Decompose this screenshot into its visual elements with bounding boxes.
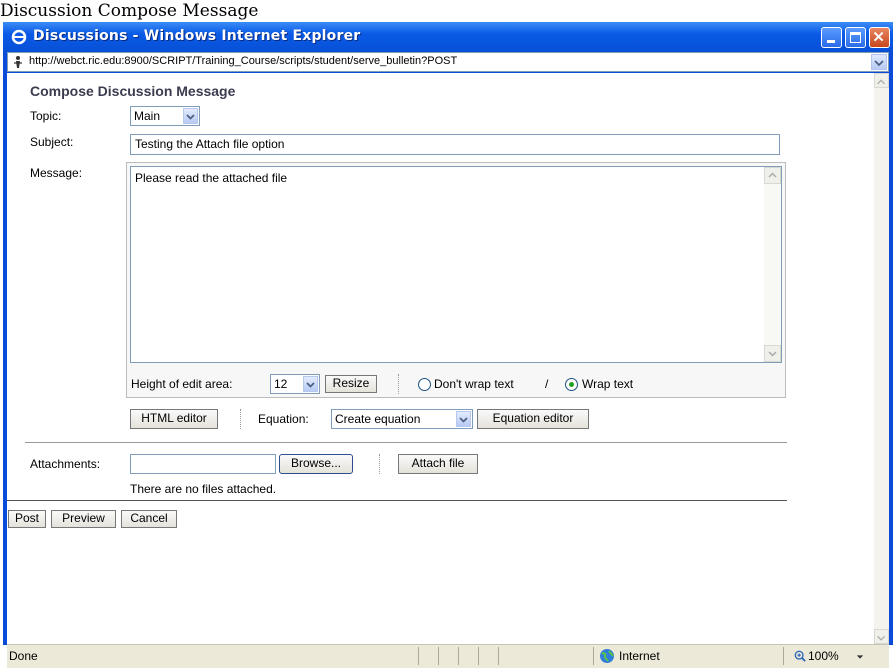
window-title: Discussions - Windows Internet Explorer bbox=[33, 28, 361, 44]
equation-label: Equation: bbox=[258, 412, 309, 426]
wrap-separator: / bbox=[545, 377, 549, 391]
divider bbox=[7, 500, 787, 501]
address-dropdown-button[interactable] bbox=[871, 54, 887, 70]
topic-label: Topic: bbox=[30, 109, 62, 123]
maximize-icon bbox=[850, 32, 861, 43]
dont-wrap-radio[interactable] bbox=[418, 378, 431, 391]
subject-label: Subject: bbox=[30, 135, 74, 149]
separator bbox=[398, 374, 400, 394]
maximize-button[interactable] bbox=[845, 27, 866, 48]
height-select[interactable]: 12 bbox=[270, 374, 320, 394]
status-bar: Done Internet 100% bbox=[7, 644, 889, 668]
globe-icon bbox=[600, 649, 614, 663]
chevron-down-icon[interactable] bbox=[856, 653, 864, 661]
wrap-label: Wrap text bbox=[582, 377, 634, 391]
status-zone: Internet bbox=[619, 649, 660, 663]
equation-dropdown-button[interactable] bbox=[456, 411, 471, 427]
attach-file-button[interactable]: Attach file bbox=[398, 454, 478, 474]
height-value: 12 bbox=[274, 377, 288, 391]
post-button[interactable]: Post bbox=[8, 510, 46, 528]
subject-input[interactable]: Testing the Attach file option bbox=[130, 134, 780, 155]
preview-button[interactable]: Preview bbox=[51, 510, 116, 528]
chevron-down-icon bbox=[459, 417, 468, 423]
address-bar[interactable]: http://webct.ric.edu:8900/SCRIPT/Trainin… bbox=[7, 52, 889, 72]
status-segment bbox=[478, 647, 498, 665]
topic-value: Main bbox=[134, 109, 161, 123]
chevron-down-icon bbox=[306, 382, 315, 388]
divider bbox=[25, 442, 787, 443]
page-caption: Discussion Compose Message bbox=[0, 1, 259, 21]
cancel-button[interactable]: Cancel bbox=[121, 510, 177, 528]
scroll-down-button[interactable] bbox=[874, 629, 889, 644]
browse-button[interactable]: Browse... bbox=[279, 454, 353, 474]
equation-select[interactable]: Create equation bbox=[331, 409, 473, 429]
close-button[interactable] bbox=[869, 27, 890, 48]
chevron-up-icon bbox=[877, 79, 885, 85]
scroll-up-button[interactable] bbox=[874, 73, 889, 88]
scroll-down-button[interactable] bbox=[764, 345, 781, 362]
status-text: Done bbox=[9, 649, 38, 663]
equation-value: Create equation bbox=[335, 412, 421, 426]
chevron-up-icon bbox=[768, 172, 777, 178]
browser-window: Discussions - Windows Internet Explorer … bbox=[3, 22, 893, 668]
minimize-icon bbox=[827, 40, 835, 43]
message-scrollbar[interactable] bbox=[764, 167, 781, 362]
zoom-icon bbox=[794, 650, 806, 662]
html-editor-button[interactable]: HTML editor bbox=[130, 409, 218, 429]
internet-explorer-icon bbox=[11, 29, 27, 45]
resize-button[interactable]: Resize bbox=[325, 375, 377, 393]
title-bar[interactable]: Discussions - Windows Internet Explorer bbox=[3, 22, 893, 52]
close-icon bbox=[873, 31, 884, 42]
wrap-radio[interactable] bbox=[565, 378, 578, 391]
status-segment bbox=[438, 647, 458, 665]
separator bbox=[240, 409, 242, 429]
separator bbox=[379, 454, 381, 474]
topic-dropdown-button[interactable] bbox=[183, 108, 198, 124]
topic-select[interactable]: Main bbox=[130, 106, 200, 126]
address-url: http://webct.ric.edu:8900/SCRIPT/Trainin… bbox=[29, 55, 458, 67]
chevron-down-icon bbox=[874, 60, 884, 67]
status-segment bbox=[498, 647, 593, 665]
equation-editor-button[interactable]: Equation editor bbox=[477, 409, 589, 429]
scroll-up-button[interactable] bbox=[764, 167, 781, 184]
page-person-icon bbox=[14, 56, 22, 68]
attachment-file-input[interactable] bbox=[130, 454, 276, 474]
status-segment bbox=[458, 647, 478, 665]
page-scrollbar[interactable] bbox=[874, 73, 889, 644]
message-textarea[interactable]: Please read the attached file bbox=[130, 166, 782, 363]
page-title: Compose Discussion Message bbox=[30, 83, 236, 99]
height-dropdown-button[interactable] bbox=[303, 376, 318, 392]
attachments-label: Attachments: bbox=[30, 457, 101, 471]
zoom-level[interactable]: 100% bbox=[808, 649, 839, 663]
chevron-down-icon bbox=[186, 114, 195, 120]
chevron-down-icon bbox=[768, 351, 777, 357]
page-content: Compose Discussion Message Topic: Main S… bbox=[7, 73, 874, 644]
dont-wrap-label: Don't wrap text bbox=[434, 377, 514, 391]
no-files-text: There are no files attached. bbox=[130, 482, 277, 496]
status-segment bbox=[418, 647, 438, 665]
minimize-button[interactable] bbox=[821, 27, 842, 48]
message-label: Message: bbox=[30, 166, 83, 180]
height-label: Height of edit area: bbox=[131, 377, 233, 391]
